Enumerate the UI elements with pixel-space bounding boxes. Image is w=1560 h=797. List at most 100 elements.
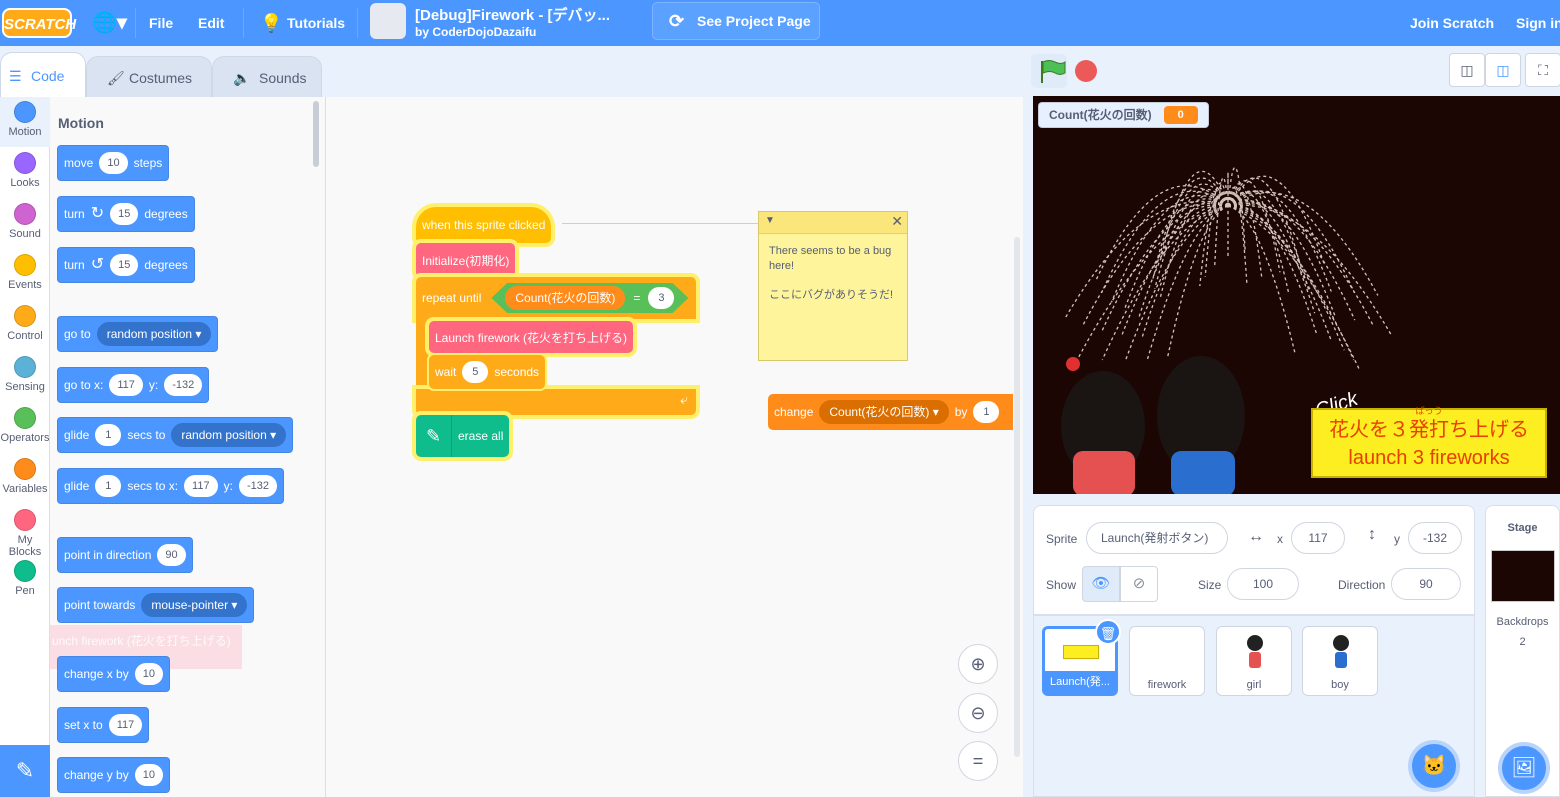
script-area[interactable]: when this sprite clicked Initialize(初期化)… <box>326 97 1023 797</box>
block-input[interactable]: 10 <box>99 152 128 174</box>
point-towards-block[interactable]: point towards mouse-pointer ▾ <box>57 587 255 623</box>
zoom-in-icon[interactable]: ⊕ <box>958 644 998 684</box>
change-x-block[interactable]: change x by 10 <box>57 656 170 692</box>
scratch-logo[interactable]: SCRATCH <box>2 8 76 38</box>
direction-input[interactable]: 90 <box>1391 568 1461 600</box>
category-pen[interactable]: Pen <box>0 556 50 606</box>
monitor-label: Count(花火の回数) <box>1049 108 1152 122</box>
project-author[interactable]: by CoderDojoDazaifu <box>415 25 536 39</box>
sprite-tile-firework[interactable]: firework <box>1129 626 1205 696</box>
category-item[interactable]: Control <box>0 301 50 351</box>
target-dropdown[interactable]: random position ▾ <box>171 423 287 447</box>
stage-target-panel[interactable]: Stage Backdrops 2 🖼 <box>1485 505 1560 797</box>
x-input[interactable]: 117 <box>1291 522 1345 554</box>
equals-operator[interactable]: Count(花火の回数) = 3 <box>491 283 689 313</box>
workspace-comment[interactable]: ▼ ✕ There seems to be a bug here! ここにバグが… <box>758 211 908 361</box>
block-input[interactable]: 15 <box>110 203 139 225</box>
goto-random-block[interactable]: go to random position ▾ <box>57 316 219 352</box>
y-input[interactable]: -132 <box>1408 522 1462 554</box>
category-item[interactable]: Sound <box>0 199 50 249</box>
when-sprite-clicked-block[interactable]: when this sprite clicked <box>416 207 552 243</box>
size-input[interactable]: 100 <box>1227 568 1299 600</box>
launch-firework-block[interactable]: Launch firework (花火を打ち上げる) <box>429 321 634 353</box>
show-sprite-eye-icon[interactable]: 👁 <box>1082 566 1120 602</box>
glide-xy-block[interactable]: glide 1 secs to x: 117 y: -132 <box>57 468 284 504</box>
turn-left-block[interactable]: turn ↺ 15 degrees <box>57 247 195 283</box>
add-backdrop-button[interactable]: 🖼 <box>1498 742 1550 794</box>
collapse-icon[interactable]: ▼ <box>765 215 775 226</box>
zoom-out-icon[interactable]: ⊖ <box>958 693 998 733</box>
category-item[interactable]: Events <box>0 250 50 300</box>
change-count-block[interactable]: change Count(花火の回数) ▾ by 1 <box>768 394 1013 430</box>
block-input[interactable]: -132 <box>238 475 277 497</box>
green-flag-icon[interactable] <box>1031 54 1067 88</box>
delete-sprite-icon[interactable]: 🗑 <box>1095 619 1121 645</box>
sprite-tile-boy[interactable]: boy <box>1302 626 1378 696</box>
tab-code[interactable]: ☰ Code <box>0 52 86 98</box>
small-stage-icon[interactable]: ◫ <box>1449 53 1485 87</box>
tab-sounds[interactable]: 🔈 Sounds <box>212 56 322 98</box>
block-input[interactable]: 1 <box>95 475 122 497</box>
stop-icon[interactable] <box>1075 60 1097 82</box>
add-extension-button[interactable]: ✎ <box>0 745 50 797</box>
block-input[interactable]: 117 <box>184 475 218 497</box>
variable-dropdown[interactable]: Count(花火の回数) ▾ <box>819 400 949 424</box>
see-project-page-button[interactable]: ⟳ See Project Page <box>652 2 820 40</box>
glide-random-block[interactable]: glide 1 secs to random position ▾ <box>57 417 294 453</box>
block-input[interactable]: 10 <box>134 764 163 786</box>
block-input[interactable]: 90 <box>157 544 186 566</box>
block-input[interactable]: 1 <box>973 401 1000 423</box>
comment-header[interactable]: ▼ ✕ <box>759 212 907 234</box>
add-sprite-button[interactable]: 🐱 <box>1408 740 1460 792</box>
change-y-block[interactable]: change y by 10 <box>57 757 170 793</box>
sign-in-link[interactable]: Sign in <box>1516 0 1560 46</box>
stage-canvas[interactable]: Count(花火の回数) 0 Click ぱっう 花火を３発打ち上げる laun… <box>1033 96 1560 494</box>
tutorials-button[interactable]: Tutorials <box>287 0 345 46</box>
block-input[interactable]: 117 <box>108 714 143 736</box>
count-variable-reporter[interactable]: Count(花火の回数) <box>505 286 626 310</box>
block-input[interactable]: 5 <box>462 361 489 383</box>
tab-costumes[interactable]: 🖌 Costumes <box>86 56 212 98</box>
palette-scrollbar[interactable] <box>313 101 319 167</box>
target-dropdown[interactable]: random position ▾ <box>96 322 212 346</box>
category-item[interactable]: Looks <box>0 148 50 198</box>
erase-all-block[interactable]: ✎ erase all <box>416 415 510 457</box>
block-input[interactable]: 3 <box>648 287 675 309</box>
target-dropdown[interactable]: mouse-pointer ▾ <box>141 593 248 617</box>
category-item[interactable]: Motion <box>0 97 50 147</box>
category-menu: Motion Looks Sound Events Control Sensing Oper… <box>0 97 50 797</box>
point-direction-block[interactable]: point in direction 90 <box>57 537 193 573</box>
block-input[interactable]: 15 <box>110 254 139 276</box>
workspace-scrollbar[interactable] <box>1014 237 1020 757</box>
join-scratch-link[interactable]: Join Scratch <box>1410 0 1494 46</box>
zoom-reset-icon[interactable]: = <box>958 741 998 781</box>
sprite-tile-girl[interactable]: girl <box>1216 626 1292 696</box>
launch-button-sprite[interactable]: ぱっう 花火を３発打ち上げる launch 3 fireworks <box>1311 406 1547 478</box>
hide-sprite-eye-icon[interactable]: ⊘ <box>1120 566 1158 602</box>
initialize-block[interactable]: Initialize(初期化) <box>416 243 516 277</box>
set-x-block[interactable]: set x to 117 <box>57 707 150 743</box>
category-item[interactable]: My Blocks <box>0 505 50 558</box>
lightbulb-icon[interactable]: 💡 <box>260 0 282 46</box>
block-input[interactable]: 117 <box>109 374 143 396</box>
block-input[interactable]: -132 <box>164 374 203 396</box>
sprite-name-input[interactable]: Launch(発射ボタン) <box>1086 522 1228 554</box>
normal-stage-icon[interactable]: ◫ <box>1485 53 1521 87</box>
turn-right-block[interactable]: turn ↻ 15 degrees <box>57 196 195 232</box>
goto-xy-block[interactable]: go to x: 117 y: -132 <box>57 367 210 403</box>
wait-block[interactable]: wait 5 seconds <box>429 355 546 389</box>
move-steps-block[interactable]: move 10 steps <box>57 145 170 181</box>
block-input[interactable]: 1 <box>95 424 122 446</box>
edit-menu[interactable]: Edit <box>198 0 224 46</box>
sprite-tile-launch[interactable]: Launch(発... 🗑 <box>1042 619 1121 696</box>
category-item[interactable]: Variables <box>0 454 50 504</box>
close-icon[interactable]: ✕ <box>891 213 903 230</box>
category-item[interactable]: Sensing <box>0 352 50 402</box>
category-item[interactable]: Operators <box>0 403 50 453</box>
block-input[interactable]: 10 <box>134 663 163 685</box>
block-text: secs to x: <box>127 479 179 493</box>
fullscreen-icon[interactable]: ⛶ <box>1525 53 1560 87</box>
count-variable-monitor[interactable]: Count(花火の回数) 0 <box>1038 102 1209 128</box>
file-menu[interactable]: File <box>149 0 173 46</box>
globe-icon[interactable]: 🌐▾ <box>92 0 127 46</box>
